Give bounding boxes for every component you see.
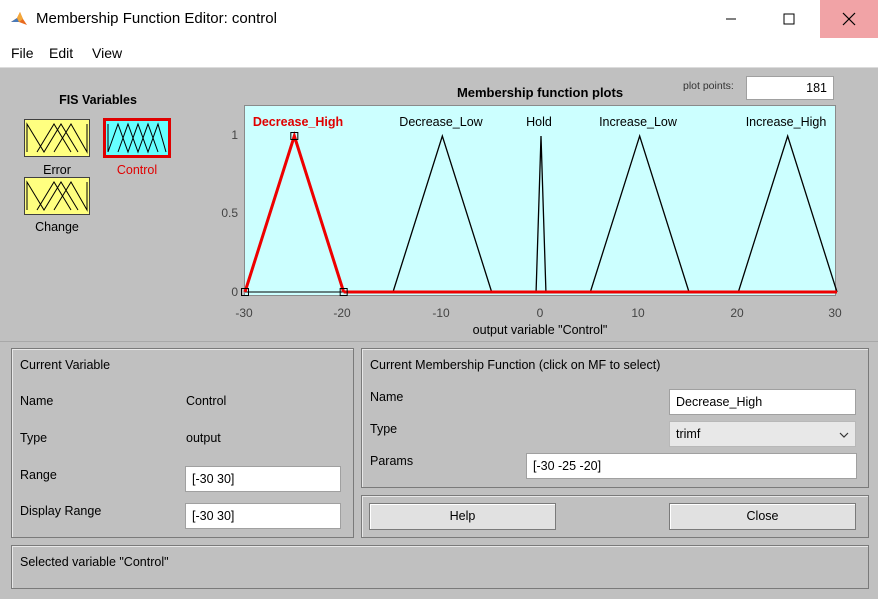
range-input[interactable]: [-30 30] bbox=[185, 466, 341, 492]
plot-points-input[interactable]: 181 bbox=[746, 76, 834, 100]
mf-curve-increase-high[interactable] bbox=[737, 133, 838, 293]
mf-label-increase-low[interactable]: Increase_Low bbox=[578, 115, 698, 129]
mf-params-label: Params bbox=[370, 454, 414, 468]
minimize-button[interactable] bbox=[708, 0, 754, 38]
fis-variable-error[interactable] bbox=[24, 119, 90, 157]
mf-curve-decrease-high[interactable] bbox=[243, 131, 346, 293]
y-tick-label: 0 bbox=[231, 285, 238, 299]
status-text: Selected variable "Control" bbox=[20, 555, 169, 569]
x-tick-label: -30 bbox=[235, 306, 253, 320]
menu-edit[interactable]: Edit bbox=[49, 45, 73, 61]
display-range-input[interactable]: [-30 30] bbox=[185, 503, 341, 529]
mf-label-hold[interactable]: Hold bbox=[509, 115, 569, 129]
mf-name-input[interactable]: Decrease_High bbox=[669, 389, 856, 415]
window-title: Membership Function Editor: control bbox=[36, 10, 277, 27]
menu-bar: File Edit View bbox=[0, 38, 878, 68]
chevron-down-icon bbox=[839, 432, 849, 438]
x-tick-label: 20 bbox=[730, 306, 744, 320]
cv-type-label: Type bbox=[20, 431, 48, 445]
x-tick-label: -20 bbox=[333, 306, 351, 320]
cv-name-label: Name bbox=[20, 394, 54, 408]
menu-view[interactable]: View bbox=[92, 45, 122, 61]
mf-label-increase-high[interactable]: Increase_High bbox=[726, 115, 846, 129]
y-tick-label: 0.5 bbox=[221, 206, 238, 220]
title-bar: Membership Function Editor: control bbox=[0, 0, 878, 38]
maximize-button[interactable] bbox=[766, 0, 812, 38]
mf-label-decrease-high[interactable]: Decrease_High bbox=[238, 115, 358, 129]
fis-variable-label: Error bbox=[43, 163, 71, 177]
current-mf-title: Current Membership Function (click on MF… bbox=[370, 358, 661, 372]
cv-range-label: Range bbox=[20, 468, 57, 482]
maximize-icon bbox=[783, 13, 795, 25]
mf-type-value: trimf bbox=[676, 427, 701, 441]
mf-params-input[interactable]: [-30 -25 -20] bbox=[526, 453, 857, 479]
mf-curve-decrease-low[interactable] bbox=[392, 133, 493, 293]
mf-label-decrease-low[interactable]: Decrease_Low bbox=[381, 115, 501, 129]
mf-type-label: Type bbox=[370, 422, 398, 436]
plot-points-label: plot points: bbox=[683, 80, 734, 92]
close-button[interactable] bbox=[820, 0, 878, 38]
output-mf-icon bbox=[106, 121, 168, 155]
mf-type-select[interactable]: trimf bbox=[669, 421, 856, 447]
fis-variable-label: Control bbox=[116, 163, 158, 177]
menu-file[interactable]: File bbox=[11, 45, 34, 61]
cv-display-range-label: Display Range bbox=[20, 504, 102, 518]
input-mf-icon bbox=[24, 177, 90, 215]
cv-type-value: output bbox=[186, 431, 221, 445]
fis-variable-label: Change bbox=[35, 220, 79, 234]
cv-name-value: Control bbox=[186, 394, 227, 408]
x-tick-label: -10 bbox=[432, 306, 450, 320]
mf-curve-hold[interactable] bbox=[535, 135, 547, 293]
input-mf-icon bbox=[24, 119, 90, 157]
x-axis-label: output variable "Control" bbox=[472, 323, 608, 337]
plot-title: Membership function plots bbox=[456, 85, 624, 100]
fis-variable-change[interactable] bbox=[24, 177, 90, 215]
help-button[interactable]: Help bbox=[369, 503, 556, 530]
y-tick-label: 1 bbox=[231, 128, 238, 142]
matlab-app-icon bbox=[10, 10, 28, 28]
x-tick-label: 10 bbox=[631, 306, 645, 320]
minimize-icon bbox=[726, 18, 736, 20]
current-variable-title: Current Variable bbox=[20, 358, 111, 372]
x-tick-label: 30 bbox=[828, 306, 842, 320]
mf-curve-increase-low[interactable] bbox=[589, 133, 690, 293]
mf-plot-area[interactable] bbox=[241, 105, 838, 296]
x-tick-label: 0 bbox=[536, 306, 544, 320]
mf-plot-svg bbox=[241, 131, 838, 296]
fis-variables-title: FIS Variables bbox=[59, 93, 137, 107]
mf-name-label: Name bbox=[370, 390, 404, 404]
close-icon bbox=[842, 12, 856, 26]
fis-variable-control[interactable] bbox=[103, 118, 171, 158]
close-dialog-button[interactable]: Close bbox=[669, 503, 856, 530]
